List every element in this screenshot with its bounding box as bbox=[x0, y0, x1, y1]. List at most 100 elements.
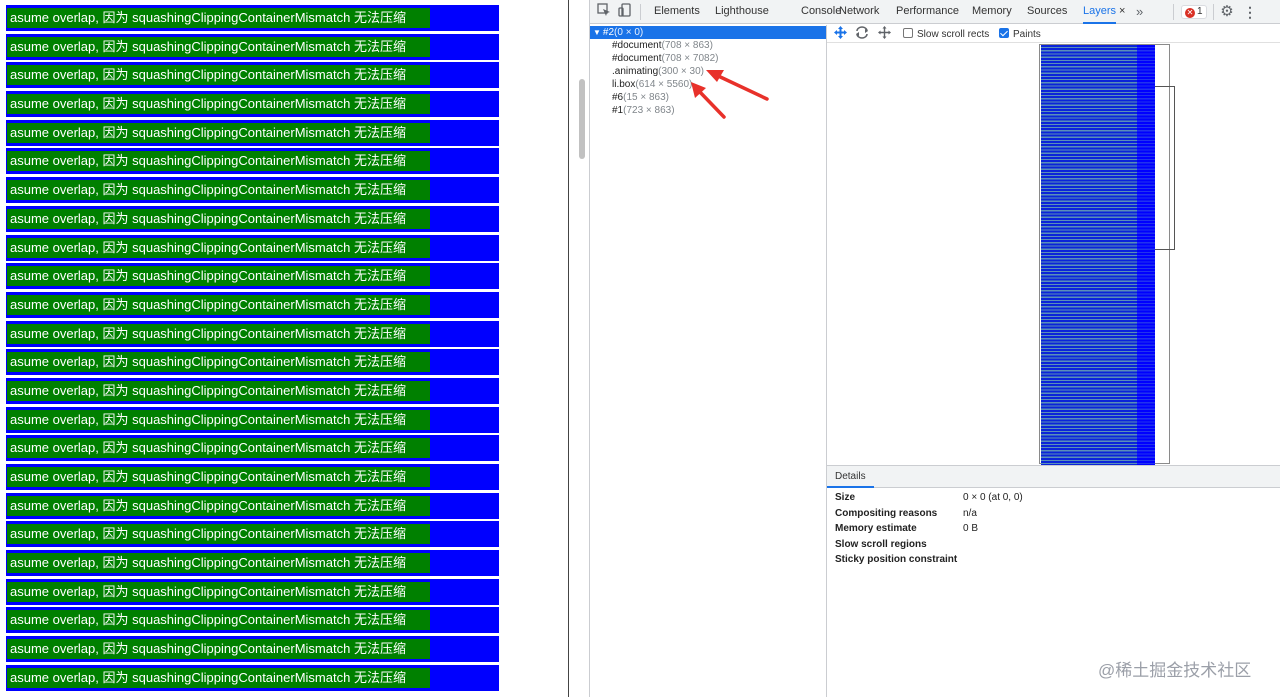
box-label: asume overlap, 因为 squashingClippingConta… bbox=[7, 524, 430, 545]
slow-scroll-rects-label: Slow scroll rects bbox=[917, 29, 990, 40]
box-label: asume overlap, 因为 squashingClippingConta… bbox=[7, 94, 430, 115]
tab-network[interactable]: Network bbox=[839, 0, 879, 24]
devtools-toolbar: Elements Lighthouse Console Network Performa… bbox=[590, 0, 1280, 24]
pan-mode-icon[interactable] bbox=[832, 26, 848, 42]
layer-name: #6 bbox=[612, 92, 624, 103]
details-value: 0 B bbox=[963, 523, 979, 534]
toolbar-separator bbox=[1213, 4, 1214, 20]
more-tabs-icon[interactable]: » bbox=[1136, 0, 1143, 24]
details-value: n/a bbox=[963, 507, 977, 519]
layer-name: .animating bbox=[612, 66, 659, 77]
box-label: asume overlap, 因为 squashingClippingConta… bbox=[7, 266, 430, 287]
tab-sources[interactable]: Sources bbox=[1027, 0, 1067, 24]
inspect-element-icon[interactable] bbox=[595, 3, 613, 21]
layer-name: li.box bbox=[612, 79, 636, 90]
reset-transform-icon[interactable] bbox=[876, 26, 892, 42]
layer-dimensions: (0 × 0) bbox=[614, 27, 644, 38]
box-label: asume overlap, 因为 squashingClippingConta… bbox=[7, 8, 430, 28]
box-label: asume overlap, 因为 squashingClippingConta… bbox=[7, 639, 430, 660]
details-key: Slow scroll regions bbox=[835, 538, 927, 550]
details-key: Memory estimate bbox=[835, 523, 917, 534]
pane-divider[interactable] bbox=[568, 0, 569, 697]
animated-box: asume overlap, 因为 squashingClippingConta… bbox=[6, 492, 499, 519]
box-label: asume overlap, 因为 squashingClippingConta… bbox=[7, 122, 430, 143]
details-value: 0 × 0 (at 0, 0) bbox=[963, 492, 1023, 503]
layer-stack-visualization[interactable] bbox=[1041, 45, 1155, 465]
tab-memory[interactable]: Memory bbox=[972, 0, 1012, 24]
layer-tree-item[interactable]: #6(15 × 863) bbox=[612, 91, 669, 104]
animated-box: asume overlap, 因为 squashingClippingConta… bbox=[6, 406, 499, 433]
settings-gear-icon[interactable]: ⚙ bbox=[1218, 3, 1236, 21]
animated-box: asume overlap, 因为 squashingClippingConta… bbox=[6, 664, 499, 691]
animated-box: asume overlap, 因为 squashingClippingConta… bbox=[6, 607, 499, 634]
layer-tree-item[interactable]: #1(723 × 863) bbox=[612, 104, 675, 117]
animated-box: asume overlap, 因为 squashingClippingConta… bbox=[6, 62, 499, 89]
animated-box: asume overlap, 因为 squashingClippingConta… bbox=[6, 636, 499, 663]
box-label: asume overlap, 因为 squashingClippingConta… bbox=[7, 237, 430, 258]
layer-tree-item[interactable]: #document(708 × 863) bbox=[612, 39, 713, 52]
viewer-toolbar: Slow scroll rects Paints bbox=[827, 25, 1280, 43]
details-row: Memory estimate 0 B bbox=[835, 522, 1275, 536]
tab-performance[interactable]: Performance bbox=[896, 0, 959, 24]
details-key: Size bbox=[835, 492, 856, 503]
animated-box: asume overlap, 因为 squashingClippingConta… bbox=[6, 349, 499, 376]
expand-triangle-icon[interactable]: ▼ bbox=[593, 28, 601, 37]
details-key: Sticky position constraint bbox=[835, 554, 958, 565]
paints-checkbox[interactable]: Paints bbox=[999, 28, 1041, 40]
box-label: asume overlap, 因为 squashingClippingConta… bbox=[7, 352, 430, 373]
box-label: asume overlap, 因为 squashingClippingConta… bbox=[7, 409, 430, 430]
checkbox-box bbox=[903, 28, 913, 38]
animated-box: asume overlap, 因为 squashingClippingConta… bbox=[6, 119, 499, 146]
box-label: asume overlap, 因为 squashingClippingConta… bbox=[7, 323, 430, 344]
details-row: Slow scroll regions bbox=[835, 538, 1275, 552]
rotate-mode-icon[interactable] bbox=[854, 26, 870, 42]
layer-name: #1 bbox=[612, 105, 624, 116]
tab-console[interactable]: Console bbox=[801, 0, 841, 24]
box-label: asume overlap, 因为 squashingClippingConta… bbox=[7, 380, 430, 401]
layer-dimensions: (15 × 863) bbox=[623, 92, 669, 103]
tab-lighthouse[interactable]: Lighthouse bbox=[715, 0, 769, 24]
tab-layers[interactable]: Layers bbox=[1083, 0, 1117, 24]
kebab-menu-icon[interactable]: ⋮ bbox=[1241, 3, 1259, 21]
slow-scroll-rects-checkbox[interactable]: Slow scroll rects bbox=[903, 28, 989, 40]
animated-box: asume overlap, 因为 squashingClippingConta… bbox=[6, 33, 499, 60]
annotation-arrow-libox bbox=[691, 82, 726, 119]
animated-box: asume overlap, 因为 squashingClippingConta… bbox=[6, 291, 499, 318]
details-row: Sticky position constraint bbox=[835, 553, 1275, 567]
details-row: Size 0 × 0 (at 0, 0) bbox=[835, 491, 1275, 505]
animated-box: asume overlap, 因为 squashingClippingConta… bbox=[6, 435, 499, 462]
layer-dimensions: (708 × 7082) bbox=[661, 53, 719, 64]
box-list: asume overlap, 因为 squashingClippingConta… bbox=[6, 5, 499, 694]
animated-box: asume overlap, 因为 squashingClippingConta… bbox=[6, 148, 499, 175]
box-label: asume overlap, 因为 squashingClippingConta… bbox=[7, 208, 430, 229]
layer-name: #document bbox=[612, 53, 662, 64]
layer-tree-item[interactable]: ▼ #2(0 × 0) bbox=[590, 26, 826, 39]
checkbox-box-checked bbox=[999, 28, 1009, 38]
box-label: asume overlap, 因为 squashingClippingConta… bbox=[7, 495, 430, 516]
box-label: asume overlap, 因为 squashingClippingConta… bbox=[7, 467, 430, 487]
web-page-viewport: asume overlap, 因为 squashingClippingConta… bbox=[0, 0, 569, 697]
box-label: asume overlap, 因为 squashingClippingConta… bbox=[7, 438, 430, 459]
error-count-badge[interactable]: ✕ 1 bbox=[1181, 5, 1207, 19]
box-label: asume overlap, 因为 squashingClippingConta… bbox=[7, 667, 430, 688]
details-row: Compositing reasons n/a bbox=[835, 507, 1275, 521]
layers-tab-close-button[interactable]: × bbox=[1119, 0, 1125, 24]
error-count: 1 bbox=[1197, 6, 1203, 17]
tab-details[interactable]: Details bbox=[827, 466, 874, 488]
box-label: asume overlap, 因为 squashingClippingConta… bbox=[7, 294, 430, 315]
animated-box: asume overlap, 因为 squashingClippingConta… bbox=[6, 5, 499, 31]
animated-box: asume overlap, 因为 squashingClippingConta… bbox=[6, 320, 499, 347]
layers-3d-viewer[interactable]: Slow scroll rects Paints bbox=[827, 25, 1280, 465]
box-label: asume overlap, 因为 squashingClippingConta… bbox=[7, 553, 430, 574]
details-key: Compositing reasons bbox=[835, 507, 938, 519]
viewport-frame bbox=[1155, 86, 1175, 250]
layer-tree: ▼ #2(0 × 0) #document(708 × 863) #document(… bbox=[590, 25, 827, 697]
toolbar-separator bbox=[640, 4, 641, 20]
tab-elements[interactable]: Elements bbox=[654, 0, 700, 24]
box-label: asume overlap, 因为 squashingClippingConta… bbox=[7, 610, 430, 631]
animated-box: asume overlap, 因为 squashingClippingConta… bbox=[6, 578, 499, 605]
watermark: @稀土掘金技术社区 bbox=[1098, 661, 1252, 680]
device-toolbar-icon[interactable] bbox=[616, 3, 634, 21]
page-scroll-thumb[interactable] bbox=[579, 79, 585, 159]
animated-box: asume overlap, 因为 squashingClippingConta… bbox=[6, 234, 499, 261]
